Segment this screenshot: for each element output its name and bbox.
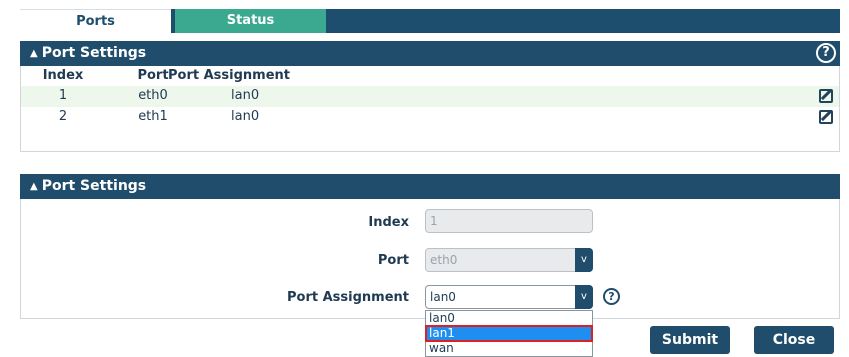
collapse-caret-icon[interactable]: ▲ <box>30 41 38 66</box>
row-port: eth0 <box>138 88 168 103</box>
row-assignment: lan0 <box>231 88 260 103</box>
table-header: Index Port Port Assignment <box>21 66 839 86</box>
dropdown-option-wan[interactable]: wan <box>426 341 592 356</box>
port-edit-panel-header[interactable]: ▲ Port Settings <box>20 174 840 199</box>
port-select-value: eth0 <box>430 253 458 267</box>
index-field: 1 <box>425 209 593 233</box>
tab-status[interactable]: Status <box>175 9 326 33</box>
edit-icon[interactable] <box>819 89 833 103</box>
row-port: eth1 <box>138 109 168 124</box>
chevron-down-icon[interactable]: v <box>575 285 593 309</box>
table-row: 1 eth0 lan0 <box>21 86 839 107</box>
edit-icon[interactable] <box>819 110 833 124</box>
dropdown-option-lan1[interactable]: lan1 <box>425 325 593 342</box>
column-index: Index <box>42 68 84 83</box>
port-label: Port <box>377 253 409 268</box>
port-select: eth0 v <box>425 248 593 272</box>
port-table: Index Port Port Assignment 1 eth0 lan0 2… <box>20 66 840 152</box>
dropdown-option-lan0[interactable]: lan0 <box>426 311 592 326</box>
row-index: 1 <box>58 88 68 103</box>
close-button[interactable]: Close <box>754 326 834 354</box>
port-list-panel-title: Port Settings <box>41 45 147 61</box>
table-row: 2 eth1 lan0 <box>21 107 839 128</box>
chevron-down-icon: v <box>575 248 593 272</box>
help-icon[interactable]: ? <box>603 288 620 305</box>
port-assignment-select[interactable]: lan0 v <box>425 285 593 309</box>
port-list-panel-header[interactable]: ▲ Port Settings ? <box>20 41 840 66</box>
tab-ports[interactable]: Ports <box>20 9 171 33</box>
help-icon[interactable]: ? <box>816 43 836 63</box>
row-assignment: lan0 <box>231 109 260 124</box>
index-label: Index <box>368 215 409 230</box>
port-assignment-value: lan0 <box>430 290 456 304</box>
port-assignment-label: Port Assignment <box>287 290 409 305</box>
port-edit-panel-title: Port Settings <box>41 178 147 194</box>
port-assignment-dropdown: lan0 lan1 wan <box>425 310 593 357</box>
column-port-assignment: Port Assignment <box>168 68 290 83</box>
row-index: 2 <box>58 109 68 124</box>
submit-button[interactable]: Submit <box>650 326 730 354</box>
collapse-caret-icon[interactable]: ▲ <box>30 174 38 199</box>
